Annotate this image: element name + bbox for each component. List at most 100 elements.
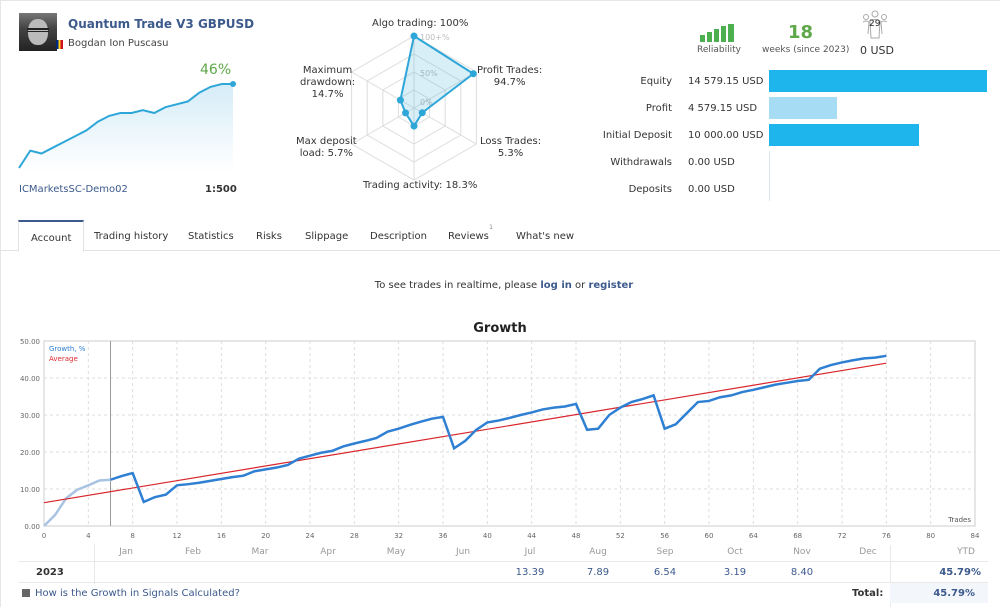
y-tick-label: 50.00 bbox=[20, 338, 40, 346]
x-tick-label: 76 bbox=[882, 532, 891, 540]
financial-axis-line bbox=[769, 151, 770, 201]
financial-bar bbox=[769, 124, 919, 146]
x-tick-label: 16 bbox=[217, 532, 226, 540]
tab-account[interactable]: Account bbox=[18, 220, 85, 252]
month-value[interactable]: 13.39 bbox=[500, 567, 560, 578]
month-header: Jul bbox=[524, 547, 536, 557]
x-tick-label: 28 bbox=[350, 532, 359, 540]
x-tick-label: 52 bbox=[616, 532, 625, 540]
ytd-value: 45.79% bbox=[939, 567, 981, 578]
financial-label: Withdrawals bbox=[610, 157, 672, 168]
month-header: Feb bbox=[185, 547, 201, 557]
author-avatar[interactable] bbox=[19, 13, 57, 51]
x-tick-label: 32 bbox=[394, 532, 403, 540]
romania-flag-icon bbox=[56, 40, 63, 49]
radar-label-deposit-load: Max deposit load: 5.7% bbox=[296, 136, 357, 159]
x-tick-label: 48 bbox=[572, 532, 581, 540]
weeks-count: 18 bbox=[788, 22, 814, 43]
radar-scale-label: 100+% bbox=[420, 33, 450, 42]
financial-row-equity: Equity 14 579.15 USD bbox=[600, 70, 1000, 92]
months-header-row: YTD Jan Feb Mar Apr May Jun Jul Aug Sep Oct Nov Dec bbox=[0, 545, 1000, 561]
financial-value: 0.00 USD bbox=[688, 184, 735, 195]
tab-bar: Account Trading history Statistics Risks… bbox=[0, 220, 1000, 252]
month-header: Apr bbox=[320, 547, 336, 557]
month-value[interactable]: 7.89 bbox=[568, 567, 628, 578]
month-header: Sep bbox=[656, 547, 674, 557]
realtime-notice: To see trades in realtime, please log in… bbox=[374, 280, 634, 291]
x-tick-label: 40 bbox=[483, 532, 492, 540]
x-tick-label: 0 bbox=[42, 532, 46, 540]
financial-row-initial-deposit: Initial Deposit 10 000.00 USD bbox=[600, 124, 1000, 146]
financial-value: 10 000.00 USD bbox=[688, 130, 764, 141]
broker-server[interactable]: ICMarketsSC-Demo02 bbox=[19, 184, 128, 195]
financial-row-profit: Profit 4 579.15 USD bbox=[600, 97, 1000, 119]
month-header: Nov bbox=[793, 547, 811, 557]
legend-growth: Growth, % bbox=[49, 345, 86, 353]
month-value[interactable]: 3.19 bbox=[705, 567, 765, 578]
y-tick-label: 10.00 bbox=[20, 486, 40, 494]
x-tick-label: 72 bbox=[838, 532, 847, 540]
reliability-bars-icon bbox=[700, 24, 734, 42]
financial-label: Deposits bbox=[628, 184, 672, 195]
x-tick-label: 84 bbox=[971, 532, 980, 540]
growth-chart: 0 4 8 12 16 20 24 28 32 36 40 44 48 52 56 60 64 68 72 76 80 8… bbox=[20, 338, 980, 540]
financial-row-withdrawals: Withdrawals 0.00 USD bbox=[600, 151, 1000, 173]
financial-bar bbox=[769, 97, 838, 119]
login-link[interactable]: log in bbox=[540, 280, 571, 291]
financial-bar bbox=[769, 70, 987, 92]
financial-label: Initial Deposit bbox=[602, 130, 672, 141]
signal-title-link[interactable]: Quantum Trade V3 GBPUSD bbox=[68, 17, 254, 31]
y-tick-label: 20.00 bbox=[20, 449, 40, 457]
year-divider bbox=[94, 544, 95, 584]
y-tick-label: 30.00 bbox=[20, 412, 40, 420]
plot-area bbox=[43, 340, 976, 527]
x-tick-label: 24 bbox=[306, 532, 315, 540]
x-tick-label: 56 bbox=[660, 532, 669, 540]
radar-chart: 100+%50%0% Algo trading: 100% Profit Tra… bbox=[280, 0, 560, 200]
month-header: Dec bbox=[859, 547, 877, 557]
x-tick-label: 4 bbox=[86, 532, 91, 540]
radar-label-drawdown: Maximum drawdown: 14.7% bbox=[300, 65, 356, 100]
month-header: Mar bbox=[251, 547, 269, 557]
radar-point bbox=[402, 109, 410, 117]
tab-description[interactable]: Description bbox=[370, 220, 427, 251]
tab-statistics[interactable]: Statistics bbox=[188, 220, 234, 251]
financial-label: Profit bbox=[645, 103, 672, 114]
radar-point bbox=[396, 96, 404, 104]
radar-label-activity: Trading activity: 18.3% bbox=[363, 180, 478, 191]
month-value[interactable]: 6.54 bbox=[635, 567, 695, 578]
x-tick-label: 60 bbox=[705, 532, 714, 540]
month-header: Jun bbox=[455, 547, 471, 557]
tab-slippage[interactable]: Slippage bbox=[305, 220, 348, 251]
subscription-price: 0 USD bbox=[860, 44, 894, 57]
y-tick-label: 40.00 bbox=[20, 375, 40, 383]
year-label: 2023 bbox=[36, 567, 64, 578]
month-header: Jan bbox=[119, 547, 133, 557]
x-tick-label: 64 bbox=[749, 532, 758, 540]
register-link[interactable]: register bbox=[588, 280, 633, 291]
tab-trading-history[interactable]: Trading history bbox=[94, 220, 168, 251]
month-value[interactable]: 8.40 bbox=[772, 567, 832, 578]
ytd-header: YTD bbox=[957, 547, 975, 557]
x-tick-label: 44 bbox=[527, 532, 536, 540]
year-row-2023: 2023 45.79% 13.39 7.89 6.54 3.19 8.40 bbox=[18, 544, 988, 584]
tab-whats-new[interactable]: What's new bbox=[516, 220, 574, 251]
author-name[interactable]: Bogdan Ion Puscasu bbox=[68, 38, 168, 49]
radar-point bbox=[469, 70, 477, 78]
financial-value: 4 579.15 USD bbox=[688, 103, 758, 114]
growth-percent: 46% bbox=[200, 62, 232, 78]
mini-chart-area bbox=[19, 84, 233, 172]
total-label: Total: bbox=[852, 588, 884, 599]
tab-reviews[interactable]: Reviews 1 bbox=[448, 220, 493, 251]
x-tick-label: 12 bbox=[173, 532, 182, 540]
month-header: May bbox=[386, 547, 406, 557]
financial-value: 0.00 USD bbox=[688, 157, 735, 168]
x-tick-label: 20 bbox=[261, 532, 270, 540]
subscribers-count: 29 bbox=[869, 19, 881, 29]
x-tick-label: 68 bbox=[793, 532, 802, 540]
month-header: Oct bbox=[727, 547, 743, 557]
tab-risks[interactable]: Risks bbox=[256, 220, 282, 251]
x-tick-label: 80 bbox=[926, 532, 935, 540]
growth-help-link[interactable]: How is the Growth in Signals Calculated? bbox=[22, 588, 240, 599]
leverage: 1:500 bbox=[205, 184, 237, 195]
